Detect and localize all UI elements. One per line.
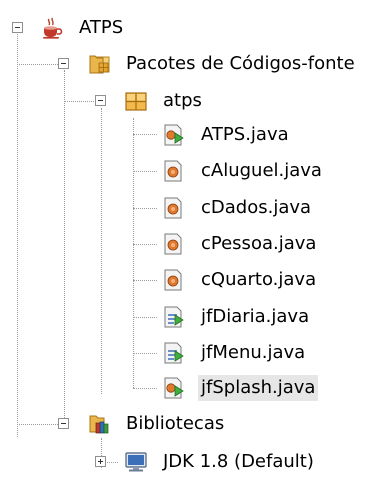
tree-node-file[interactable]: jfDiaria.java [162, 300, 312, 334]
tree-line [133, 118, 134, 388]
collapse-toggle-package[interactable] [95, 95, 106, 106]
tree-node-label: cDados.java [201, 197, 312, 218]
tree-node-label: cQuarto.java [201, 269, 317, 290]
tree-node-label: Pacotes de Códigos-fonte [126, 53, 355, 74]
java-class-icon [164, 233, 182, 255]
tree-node-libraries[interactable]: Bibliotecas [87, 407, 227, 441]
tree-node-label: atps [163, 90, 202, 111]
project-tree: ATPS Pacotes de Códigos-fonte atps ATPS.… [0, 0, 382, 477]
java-main-class-icon [164, 124, 184, 146]
tree-node-label: Bibliotecas [126, 413, 225, 434]
tree-line [64, 70, 65, 424]
tree-node-package[interactable]: atps [124, 84, 205, 118]
tree-node-file[interactable]: jfSplash.java [162, 371, 319, 405]
tree-line [133, 353, 157, 354]
java-class-icon [164, 269, 182, 291]
collapse-toggle-source-packages[interactable] [58, 58, 69, 69]
java-class-icon [164, 160, 182, 182]
tree-node-source-packages[interactable]: Pacotes de Códigos-fonte [87, 47, 358, 81]
tree-node-label: cAluguel.java [201, 160, 322, 181]
java-project-icon [43, 17, 63, 39]
java-form-icon [164, 306, 184, 328]
tree-line [133, 171, 157, 172]
tree-node-file[interactable]: jfMenu.java [162, 336, 308, 370]
tree-node-label: jfMenu.java [201, 342, 306, 363]
tree-line [133, 134, 157, 135]
expand-toggle-jdk[interactable] [95, 456, 106, 467]
java-form-icon [164, 342, 184, 364]
tree-line [17, 64, 58, 65]
tree-node-label: ATPS.java [201, 124, 289, 145]
jdk-monitor-icon [125, 452, 147, 472]
tree-node-label: JDK 1.8 (Default) [163, 451, 314, 472]
tree-line [101, 108, 102, 394]
tree-line [17, 424, 58, 425]
tree-node-project[interactable]: ATPS [40, 11, 126, 45]
libraries-icon [89, 415, 109, 434]
tree-node-label: cPessoa.java [201, 233, 317, 254]
collapse-toggle-libraries[interactable] [58, 418, 69, 429]
tree-node-file[interactable]: cDados.java [162, 191, 314, 225]
source-packages-icon [89, 55, 110, 74]
tree-node-jdk[interactable]: JDK 1.8 (Default) [124, 445, 317, 479]
tree-node-label: ATPS [79, 17, 124, 38]
tree-line [64, 101, 94, 102]
package-icon [125, 92, 147, 111]
tree-node-label: jfDiaria.java [201, 306, 310, 327]
tree-line [17, 31, 18, 437]
tree-line [133, 280, 157, 281]
tree-node-file[interactable]: ATPS.java [162, 118, 292, 152]
java-class-icon [164, 197, 182, 219]
collapse-toggle-project[interactable] [12, 22, 23, 33]
tree-line [133, 317, 157, 318]
tree-line [133, 244, 157, 245]
java-main-class-icon [164, 377, 184, 399]
tree-node-file[interactable]: cQuarto.java [162, 263, 319, 297]
tree-node-file[interactable]: cAluguel.java [162, 154, 325, 188]
tree-line [133, 208, 157, 209]
tree-line [133, 388, 157, 389]
tree-node-file[interactable]: cPessoa.java [162, 227, 319, 261]
tree-node-label: jfSplash.java [198, 375, 319, 401]
